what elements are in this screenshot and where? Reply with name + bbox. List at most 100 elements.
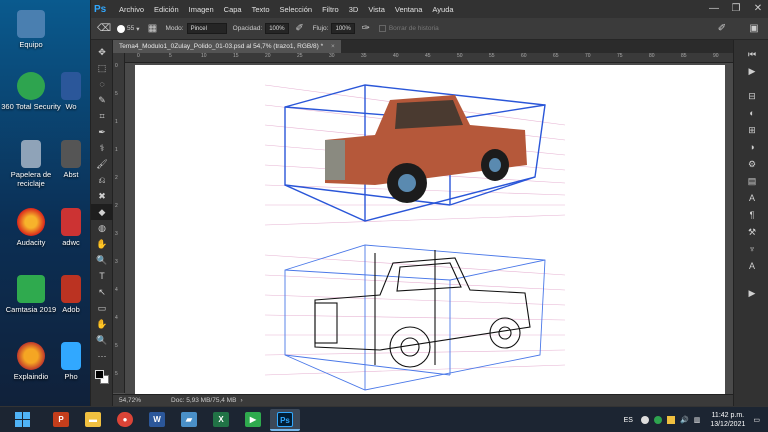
workspace-icon[interactable]: ▣ bbox=[747, 22, 761, 36]
document-canvas[interactable] bbox=[135, 65, 725, 398]
glyphs-panel-icon[interactable]: A bbox=[734, 258, 768, 275]
menu-3d[interactable]: 3D bbox=[344, 5, 364, 14]
history-panel-icon[interactable]: ⏮ bbox=[734, 46, 768, 63]
taskbar-chrome[interactable]: ● bbox=[110, 409, 140, 431]
move-tool-icon[interactable]: ✥ bbox=[91, 44, 113, 60]
menu-texto[interactable]: Texto bbox=[247, 5, 275, 14]
menu-imagen[interactable]: Imagen bbox=[184, 5, 219, 14]
minimize-button[interactable]: — bbox=[703, 0, 725, 18]
desktop-icon-audacity[interactable]: Audacity bbox=[0, 208, 62, 247]
taskbar-camtasia[interactable]: ▶ bbox=[238, 409, 268, 431]
type-tool-icon[interactable]: T bbox=[91, 268, 113, 284]
volume-icon[interactable]: 🔊 bbox=[680, 416, 689, 424]
brush-settings-panel-icon[interactable]: ♆ bbox=[734, 241, 768, 258]
layers-panel-icon[interactable]: ⊟ bbox=[734, 88, 768, 105]
menu-archivo[interactable]: Archivo bbox=[114, 5, 149, 14]
taskbar-powerpoint[interactable]: P bbox=[46, 409, 76, 431]
menu-seleccion[interactable]: Selección bbox=[275, 5, 318, 14]
pen-tool-icon[interactable]: 🔍 bbox=[91, 252, 113, 268]
mode-select[interactable]: Pincel bbox=[186, 23, 227, 34]
healing-brush-tool-icon[interactable]: ⚕ bbox=[91, 140, 113, 156]
adjustments-panel-icon[interactable]: ◑ bbox=[734, 139, 768, 156]
tool-presets-panel-icon[interactable]: ⚒ bbox=[734, 224, 768, 241]
airbrush-icon[interactable]: ✑ bbox=[359, 22, 373, 36]
eraser-tool-icon[interactable]: ⌫ bbox=[97, 22, 111, 36]
desktop-icon-recycle-bin[interactable]: Papelera de reciclaje bbox=[0, 140, 62, 188]
taskbar-photoshop[interactable]: Ps bbox=[270, 409, 300, 431]
desktop-icon-camtasia[interactable]: Camtasia 2019 bbox=[0, 275, 62, 314]
taskbar-excel[interactable]: X bbox=[206, 409, 236, 431]
brush-tool-icon[interactable]: 🖌 bbox=[91, 156, 113, 172]
properties-panel-icon[interactable]: ⚙ bbox=[734, 156, 768, 173]
ruler-left[interactable]: 0 5 1 1 2 2 3 3 4 4 5 5 bbox=[113, 53, 125, 393]
foreground-color[interactable] bbox=[95, 370, 104, 379]
network-icon[interactable]: ▥ bbox=[694, 416, 701, 424]
tray-app-icon[interactable] bbox=[666, 416, 675, 424]
desktop-icon-partial-abst[interactable]: Abst bbox=[56, 140, 86, 179]
history-brush-tool-icon[interactable]: ✖ bbox=[91, 188, 113, 204]
channels-panel-icon[interactable]: ▤ bbox=[734, 173, 768, 190]
eraser-tool-icon[interactable]: ◆ bbox=[91, 204, 113, 220]
menu-capa[interactable]: Capa bbox=[219, 5, 247, 14]
clock[interactable]: 11:42 p.m. 13/12/2021 bbox=[710, 411, 745, 429]
marquee-tool-icon[interactable]: ⬚ bbox=[91, 60, 113, 76]
close-button[interactable]: ✕ bbox=[747, 0, 768, 18]
character-panel-icon[interactable]: A bbox=[734, 190, 768, 207]
menu-ayuda[interactable]: Ayuda bbox=[427, 5, 458, 14]
hand-tool-icon[interactable]: ✋ bbox=[91, 316, 113, 332]
desktop-icon-360-total-security[interactable]: 360 Total Security bbox=[0, 72, 62, 111]
swatches-panel-icon[interactable]: ⊞ bbox=[734, 122, 768, 139]
crop-tool-icon[interactable]: ⌗ bbox=[91, 108, 113, 124]
flow-input[interactable]: 100% bbox=[331, 23, 355, 34]
start-button[interactable] bbox=[8, 411, 38, 429]
clone-stamp-tool-icon[interactable]: ⎌ bbox=[91, 172, 113, 188]
tray-app-icon[interactable] bbox=[640, 416, 649, 424]
actions-panel-icon[interactable]: ▶ bbox=[734, 63, 768, 80]
maximize-button[interactable]: ❐ bbox=[725, 0, 747, 18]
paragraph-panel-icon[interactable]: ¶ bbox=[734, 207, 768, 224]
brush-panel-icon[interactable]: ▦ bbox=[146, 22, 160, 36]
ruler-top[interactable]: 0 5 10 15 20 25 30 35 40 45 50 55 60 65 70 75 80 85 90 bbox=[125, 53, 733, 63]
taskbar-file-explorer[interactable]: ▬ bbox=[78, 409, 108, 431]
path-selection-tool-icon[interactable]: ↖ bbox=[91, 284, 113, 300]
erase-to-history-checkbox[interactable]: Borrar de historia bbox=[378, 25, 439, 32]
tools-panel: ✥ ⬚ ◌ ✎ ⌗ ✒ ⚕ 🖌 ⎌ ✖ ◆ ◍ ✋ 🔍 T ↖ ▭ ✋ 🔍 ⋯ bbox=[91, 40, 113, 406]
chevron-right-icon[interactable]: › bbox=[240, 397, 242, 404]
timeline-panel-icon[interactable]: ▶ bbox=[734, 285, 768, 302]
line-tool-icon[interactable]: ▭ bbox=[91, 300, 113, 316]
desktop-icon-equipo[interactable]: Equipo bbox=[0, 10, 62, 49]
zoom-level[interactable]: 54,72% bbox=[119, 397, 141, 404]
color-swatches[interactable] bbox=[95, 370, 109, 384]
desktop-icon-partial-pho[interactable]: Pho bbox=[56, 342, 86, 381]
menu-filtro[interactable]: Filtro bbox=[317, 5, 344, 14]
color-panel-icon[interactable]: ◐ bbox=[734, 105, 768, 122]
dodge-tool-icon[interactable]: ✋ bbox=[91, 236, 113, 252]
notifications-icon[interactable]: ▭ bbox=[753, 416, 760, 424]
desktop-icon-partial-word[interactable]: Wo bbox=[56, 72, 86, 111]
menu-edicion[interactable]: Edición bbox=[149, 5, 184, 14]
eyedropper-tool-icon[interactable]: ✒ bbox=[91, 124, 113, 140]
photoshop-icon: Ps bbox=[277, 412, 293, 427]
brush-preset-picker[interactable]: 55 ▾ bbox=[117, 24, 140, 33]
desktop-icon-partial-adob[interactable]: Adob bbox=[56, 275, 86, 314]
taskbar-word[interactable]: W bbox=[142, 409, 172, 431]
pressure-size-icon[interactable]: ✐ bbox=[715, 22, 729, 36]
opacity-input[interactable]: 100% bbox=[265, 23, 289, 34]
pressure-opacity-icon[interactable]: ✐ bbox=[293, 22, 307, 36]
close-tab-icon[interactable]: × bbox=[331, 43, 335, 50]
canvas-area[interactable] bbox=[125, 63, 733, 398]
more-tools-icon[interactable]: ⋯ bbox=[91, 348, 113, 364]
zoom-tool-icon[interactable]: 🔍 bbox=[91, 332, 113, 348]
language-indicator[interactable]: ES bbox=[624, 417, 633, 424]
menu-vista[interactable]: Vista bbox=[363, 5, 390, 14]
gradient-tool-icon[interactable]: ◍ bbox=[91, 220, 113, 236]
quick-select-tool-icon[interactable]: ✎ bbox=[91, 92, 113, 108]
desktop-icon-partial-adwc[interactable]: adwc bbox=[56, 208, 86, 247]
security-tray-icon[interactable] bbox=[653, 416, 662, 424]
desktop-icon-explaindio[interactable]: Explaindio bbox=[0, 342, 62, 381]
document-size-info[interactable]: Doc: 5,93 MB/75,4 MB bbox=[171, 397, 236, 404]
menu-ventana[interactable]: Ventana bbox=[390, 5, 428, 14]
taskbar-notes[interactable]: ▰ bbox=[174, 409, 204, 431]
document-tab[interactable]: Tema4_Modulo1_0Zulay_Polido_01-03.psd al… bbox=[113, 40, 341, 53]
lasso-tool-icon[interactable]: ◌ bbox=[91, 76, 113, 92]
